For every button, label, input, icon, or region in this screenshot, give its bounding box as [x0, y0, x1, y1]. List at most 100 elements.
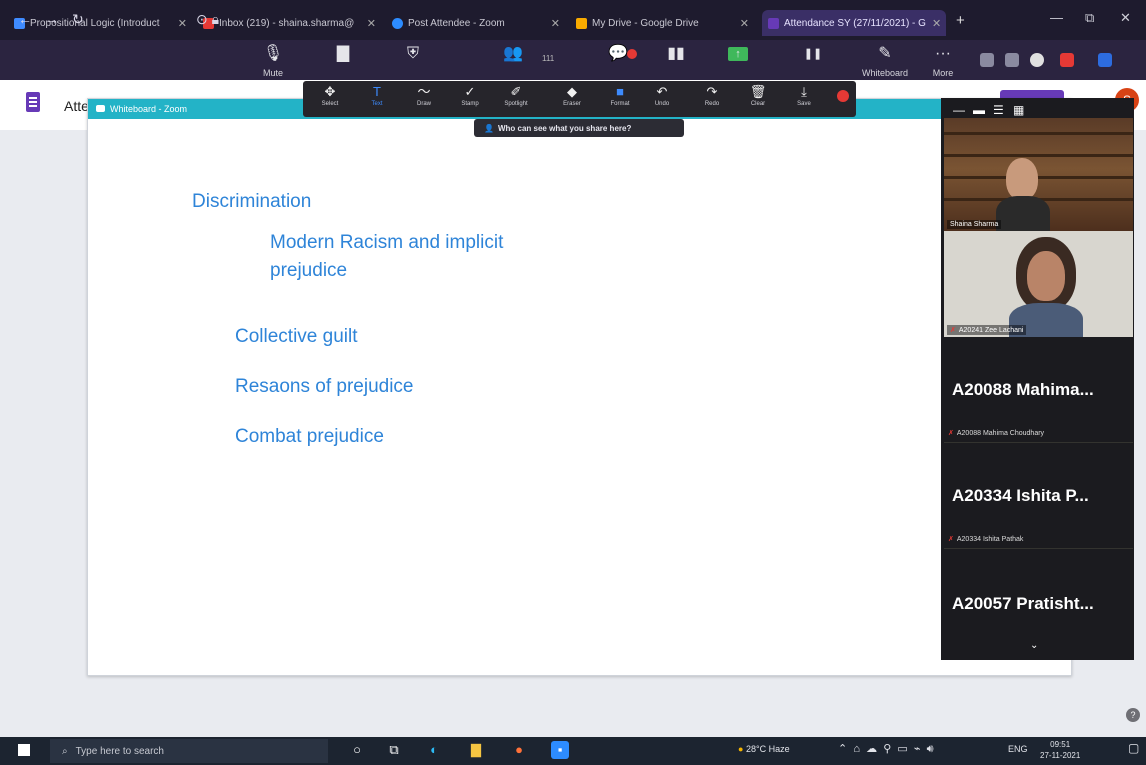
- extension-blue-icon[interactable]: [1098, 53, 1112, 67]
- file-explorer-icon[interactable]: ▇: [467, 741, 485, 759]
- windows-start-icon[interactable]: [18, 744, 30, 756]
- participants-icon: 👥: [503, 45, 523, 62]
- close-tab-icon[interactable]: ✕: [545, 17, 560, 30]
- whiteboard-text[interactable]: Discrimination: [192, 191, 311, 213]
- people-icon: 👤: [484, 123, 494, 133]
- cortana-icon[interactable]: ○: [348, 741, 366, 759]
- format-icon: ■: [616, 84, 624, 99]
- back-icon[interactable]: ←: [18, 11, 32, 27]
- whiteboard-text[interactable]: Combat prejudice: [235, 426, 384, 448]
- redo-icon: ↷: [706, 84, 718, 99]
- participant-display-name: A20088 Mahima...: [952, 380, 1094, 399]
- draw-icon: 〜: [417, 84, 431, 99]
- drive-icon: [576, 17, 587, 29]
- participant-name: Shaina Sharma: [947, 220, 1002, 229]
- lock-icon: ⊙ 🔒︎: [196, 11, 220, 27]
- whiteboard-icon: ✎: [878, 45, 892, 62]
- close-annotation-icon[interactable]: [837, 90, 849, 102]
- firefox-icon[interactable]: ●: [510, 741, 528, 759]
- bookshelf: [944, 132, 1133, 135]
- chat-notification-badge: [627, 49, 637, 59]
- text-icon: T: [373, 84, 381, 99]
- participant-tile[interactable]: A20057 Pratisht...: [944, 550, 1133, 640]
- draw-tool[interactable]: 〜 Draw: [405, 83, 443, 115]
- close-tab-icon[interactable]: ✕: [734, 17, 749, 30]
- whiteboard-text[interactable]: Modern Racism and implicit prejudice: [270, 229, 570, 285]
- forward-icon[interactable]: →: [45, 11, 59, 27]
- security-icon: ⛨: [406, 45, 419, 62]
- whiteboard-window[interactable]: Whiteboard - Zoom Discrimination Modern …: [87, 98, 1072, 676]
- redo-button[interactable]: ↷ Redo: [693, 83, 731, 115]
- gallery-view-icon[interactable]: ▦: [1013, 103, 1024, 117]
- close-tab-icon[interactable]: ✕: [926, 17, 941, 30]
- whiteboard-text[interactable]: Collective guilt: [235, 326, 358, 348]
- task-view-icon[interactable]: ⧉: [385, 741, 403, 759]
- clear-button[interactable]: 🗑 Clear: [739, 83, 777, 115]
- who-can-see-banner[interactable]: 👤 Who can see what you share here?: [474, 119, 684, 137]
- zoom-app-icon[interactable]: ▪: [551, 741, 569, 759]
- notification-icon[interactable]: ▢: [1128, 741, 1139, 755]
- edge-icon[interactable]: ◐: [425, 741, 443, 759]
- close-tab-icon[interactable]: ✕: [172, 17, 187, 30]
- tray-icons[interactable]: ⌃ ⌂ ☁ ⚲ ▭ ⌁ 🔊︎: [838, 742, 934, 756]
- weather-icon: ●: [738, 744, 744, 754]
- save-button[interactable]: ⤓ Save: [785, 83, 823, 115]
- more-icon: ···: [935, 45, 951, 62]
- participant-display-name: A20334 Ishita P...: [952, 486, 1089, 505]
- extension-red-icon[interactable]: [1060, 53, 1074, 67]
- minimize-gallery-icon[interactable]: —: [953, 103, 965, 117]
- reload-icon[interactable]: ↻: [72, 11, 84, 28]
- undo-button[interactable]: ↶ Undo: [643, 83, 681, 115]
- input-language[interactable]: ENG: [1008, 744, 1028, 754]
- browser-tab[interactable]: Post Attendee - Zoom ✕: [386, 10, 566, 36]
- video-icon: ▇: [336, 45, 350, 62]
- browser-tab-active[interactable]: Attendance SY (27/11/2021) - G ✕: [762, 10, 946, 36]
- participant-video[interactable]: ✗ A20241 Zee Lachani: [944, 231, 1133, 337]
- participant-full-name: ✗ A20088 Mahima Choudhary: [948, 430, 1045, 437]
- browser-tab[interactable]: My Drive - Google Drive ✕: [570, 10, 755, 36]
- chevron-down-icon[interactable]: ⌄: [1030, 640, 1038, 651]
- new-tab-button[interactable]: +: [956, 12, 965, 29]
- format-tool[interactable]: ■ Format: [601, 83, 639, 115]
- maximize-button[interactable]: ⧉: [1085, 10, 1094, 26]
- participant-count: 111: [542, 54, 555, 63]
- google-forms-icon[interactable]: [26, 92, 40, 112]
- participant-face: [1006, 158, 1038, 200]
- participant-video[interactable]: Shaina Sharma: [944, 118, 1133, 231]
- extension-icon[interactable]: [980, 53, 994, 67]
- save-icon: ⤓: [801, 84, 807, 99]
- participant-body: [996, 196, 1050, 231]
- spotlight-tool[interactable]: ✐ Spotlight: [497, 83, 535, 115]
- muted-mic-icon: ✗: [950, 327, 956, 334]
- browser-tab[interactable]: Propositional Logic (Introduct ✕: [8, 10, 193, 36]
- close-window-button[interactable]: ✕: [1120, 10, 1131, 26]
- clock[interactable]: 09:51 27-11-2021: [1040, 739, 1080, 761]
- help-icon[interactable]: ?: [1126, 708, 1140, 722]
- select-tool[interactable]: ✥ Select: [311, 83, 349, 115]
- forms-favicon-icon: [768, 17, 779, 29]
- download-icon[interactable]: [1005, 53, 1019, 67]
- bookshelf: [944, 176, 1133, 179]
- text-tool[interactable]: T Text: [358, 83, 396, 115]
- whiteboard-text[interactable]: Resaons of prejudice: [235, 376, 414, 398]
- taskbar-search-input[interactable]: ⌕ Type here to search: [50, 739, 328, 763]
- participant-tile[interactable]: A20334 Ishita P... ✗ A20334 Ishita Pathak: [944, 444, 1133, 549]
- clear-icon: 🗑: [749, 84, 767, 99]
- select-icon: ✥: [324, 84, 336, 99]
- polls-icon: ▮▮: [667, 45, 685, 62]
- browser-tab[interactable]: Inbox (219) - shaina.sharma@ ✕: [197, 10, 382, 36]
- weather-widget[interactable]: ● 28°C Haze: [738, 744, 790, 754]
- profile-icon[interactable]: [1030, 53, 1044, 67]
- hide-video-icon[interactable]: ▬: [973, 103, 985, 117]
- page-title: Atte: [64, 98, 89, 114]
- speaker-view-icon[interactable]: ☰: [993, 103, 1004, 117]
- minimize-button[interactable]: —: [1050, 10, 1063, 25]
- pause-icon: ❚❚: [803, 48, 823, 60]
- participant-tile[interactable]: A20088 Mahima... ✗ A20088 Mahima Choudhar…: [944, 338, 1133, 443]
- eraser-icon: ◆: [567, 84, 577, 99]
- close-tab-icon[interactable]: ✕: [361, 17, 376, 30]
- eraser-tool[interactable]: ◆ Eraser: [553, 83, 591, 115]
- stamp-tool[interactable]: ✓ Stamp: [451, 83, 489, 115]
- undo-icon: ↶: [656, 84, 668, 99]
- muted-mic-icon: ✗: [948, 430, 954, 437]
